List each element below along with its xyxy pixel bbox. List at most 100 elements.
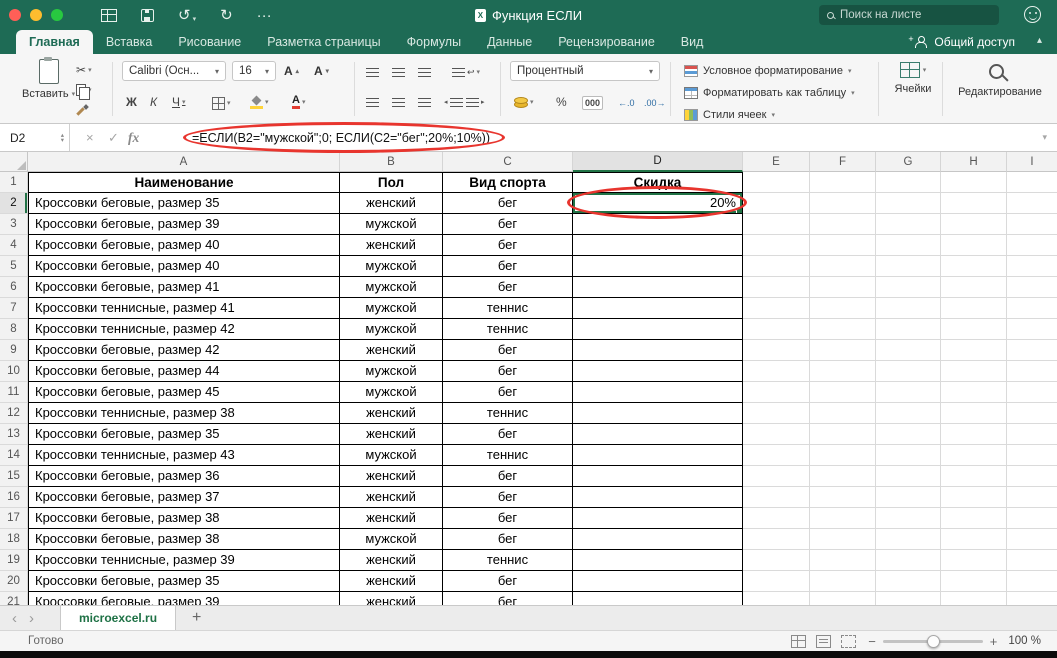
cell-G10[interactable] [876,361,941,382]
cell-B20[interactable]: женский [340,571,443,592]
cell-G6[interactable] [876,277,941,298]
row-header-12[interactable]: 12 [0,403,28,424]
cell-A3[interactable]: Кроссовки беговые, размер 39 [28,214,340,235]
row-header-9[interactable]: 9 [0,340,28,361]
cell-A10[interactable]: Кроссовки беговые, размер 44 [28,361,340,382]
cell-D6[interactable] [573,277,743,298]
cell-G5[interactable] [876,256,941,277]
cancel-icon[interactable]: × [86,124,94,151]
row-header-2[interactable]: 2 [0,193,28,214]
cell-B19[interactable]: женский [340,550,443,571]
tab-formulas[interactable]: Формулы [394,30,474,54]
share-button[interactable]: + Общий доступ [914,30,1015,54]
cell-I6[interactable] [1007,277,1057,298]
cell-D17[interactable] [573,508,743,529]
cell-D19[interactable] [573,550,743,571]
undo-dropdown-icon[interactable]: ▾ [193,16,197,23]
cell-G3[interactable] [876,214,941,235]
cell-G21[interactable] [876,592,941,605]
cell-H18[interactable] [941,529,1007,550]
cell-I5[interactable] [1007,256,1057,277]
cell-E7[interactable] [743,298,810,319]
column-header-E[interactable]: E [743,152,810,172]
row-header-14[interactable]: 14 [0,445,28,466]
row-header-13[interactable]: 13 [0,424,28,445]
prev-sheet-icon[interactable]: ‹ [12,611,17,626]
cell-A21[interactable]: Кроссовки беговые, размер 39 [28,592,340,605]
cell-C15[interactable]: бег [443,466,573,487]
paste-dropdown-icon[interactable]: ▾ [72,90,76,98]
cell-B4[interactable]: женский [340,235,443,256]
cell-A11[interactable]: Кроссовки беговые, размер 45 [28,382,340,403]
cell-A7[interactable]: Кроссовки теннисные, размер 41 [28,298,340,319]
cell-I15[interactable] [1007,466,1057,487]
decrease-decimal-button[interactable]: .00→ [644,95,666,111]
cell-G17[interactable] [876,508,941,529]
cell-E6[interactable] [743,277,810,298]
row-header-5[interactable]: 5 [0,256,28,277]
cell-B10[interactable]: мужской [340,361,443,382]
number-format-select[interactable]: Процентный▾ [510,61,660,81]
sheet-tab-microexcel[interactable]: microexcel.ru [60,606,176,630]
cell-D21[interactable] [573,592,743,605]
conditional-formatting-button[interactable]: Условное форматирование ▾ [684,62,851,80]
cell-D8[interactable] [573,319,743,340]
cell-E21[interactable] [743,592,810,605]
cell-H6[interactable] [941,277,1007,298]
cell-A15[interactable]: Кроссовки беговые, размер 36 [28,466,340,487]
cell-F11[interactable] [810,382,876,403]
cell-F18[interactable] [810,529,876,550]
cut-button[interactable]: ✂▾ [76,62,92,78]
cell-E18[interactable] [743,529,810,550]
normal-view-icon[interactable] [791,635,806,648]
cell-A6[interactable]: Кроссовки беговые, размер 41 [28,277,340,298]
cell-A20[interactable]: Кроссовки беговые, размер 35 [28,571,340,592]
cell-B8[interactable]: мужской [340,319,443,340]
cell-H16[interactable] [941,487,1007,508]
save-button[interactable] [141,9,154,22]
cell-H1[interactable] [941,172,1007,193]
cell-F21[interactable] [810,592,876,605]
cell-I8[interactable] [1007,319,1057,340]
next-sheet-icon[interactable]: › [29,611,34,626]
feedback-smiley-icon[interactable] [1024,6,1041,23]
name-box[interactable]: D2 ▴▾ [0,124,70,151]
redo-button[interactable]: ↻ [220,8,233,23]
cell-C2[interactable]: бег [443,193,573,214]
insert-function-icon[interactable]: fx [128,124,139,151]
cell-B5[interactable]: мужской [340,256,443,277]
cell-H14[interactable] [941,445,1007,466]
cell-B11[interactable]: мужской [340,382,443,403]
cell-B17[interactable]: женский [340,508,443,529]
tab-view[interactable]: Вид [668,30,717,54]
cell-E11[interactable] [743,382,810,403]
cell-C9[interactable]: бег [443,340,573,361]
cell-C6[interactable]: бег [443,277,573,298]
cell-B1[interactable]: Пол [340,172,443,193]
cell-G8[interactable] [876,319,941,340]
name-box-spinner[interactable]: ▴▾ [61,133,69,143]
cell-I14[interactable] [1007,445,1057,466]
cell-D18[interactable] [573,529,743,550]
cell-E2[interactable] [743,193,810,214]
cell-G19[interactable] [876,550,941,571]
underline-button[interactable]: Ч▾ [172,94,186,110]
cell-I9[interactable] [1007,340,1057,361]
column-header-F[interactable]: F [810,152,876,172]
cell-C11[interactable]: бег [443,382,573,403]
cell-D20[interactable] [573,571,743,592]
increase-decimal-button[interactable]: ←.0 [618,95,635,111]
cell-I7[interactable] [1007,298,1057,319]
cell-H3[interactable] [941,214,1007,235]
cell-B18[interactable]: мужской [340,529,443,550]
cell-H20[interactable] [941,571,1007,592]
align-top-button[interactable] [366,64,379,80]
cell-G12[interactable] [876,403,941,424]
enter-icon[interactable]: ✓ [108,124,119,151]
tab-insert[interactable]: Вставка [93,30,165,54]
zoom-slider[interactable] [883,640,983,643]
cell-H12[interactable] [941,403,1007,424]
cell-A9[interactable]: Кроссовки беговые, размер 42 [28,340,340,361]
cell-I10[interactable] [1007,361,1057,382]
cell-F3[interactable] [810,214,876,235]
